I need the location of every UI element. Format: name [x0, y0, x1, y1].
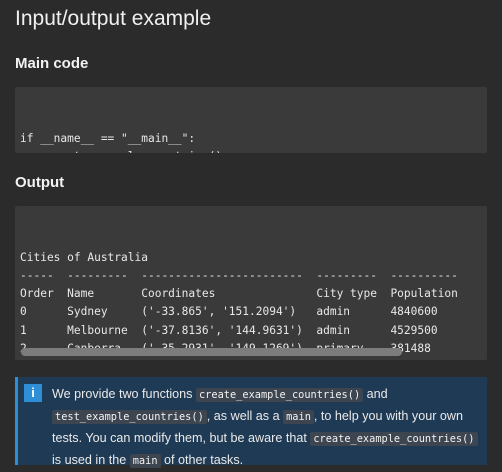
notice-text-part: of other tasks. — [160, 453, 244, 467]
inline-code: test_example_countries() — [52, 410, 207, 424]
notice-text-part: is used in the — [52, 453, 130, 467]
info-notice: i We provide two functions create_exampl… — [15, 377, 487, 468]
notice-text: We provide two functions create_example_… — [52, 384, 482, 472]
info-icon: i — [24, 384, 42, 402]
page-title: Input/output example — [15, 7, 212, 30]
main-code-heading: Main code — [15, 55, 89, 72]
output-block: Cities of Australia ----- --------- ----… — [15, 206, 487, 360]
output-heading: Output — [15, 174, 65, 191]
notice-text-part: We provide two functions — [52, 387, 196, 401]
scrollbar-thumb[interactable] — [21, 348, 402, 356]
notice-text-part: , as well as a — [206, 409, 284, 423]
inline-code: create_example_countries() — [195, 388, 364, 402]
notice-text-part: and — [363, 387, 388, 401]
horizontal-scrollbar[interactable] — [19, 348, 483, 356]
inline-code: create_example_countries() — [310, 432, 478, 446]
inline-code: main — [129, 454, 161, 468]
main-code-text: if __name__ == "__main__": create_exampl… — [20, 131, 222, 153]
main-code-block: if __name__ == "__main__": create_exampl… — [15, 87, 487, 153]
output-text: Cities of Australia ----- --------- ----… — [20, 250, 458, 356]
inline-code: main — [283, 410, 314, 424]
